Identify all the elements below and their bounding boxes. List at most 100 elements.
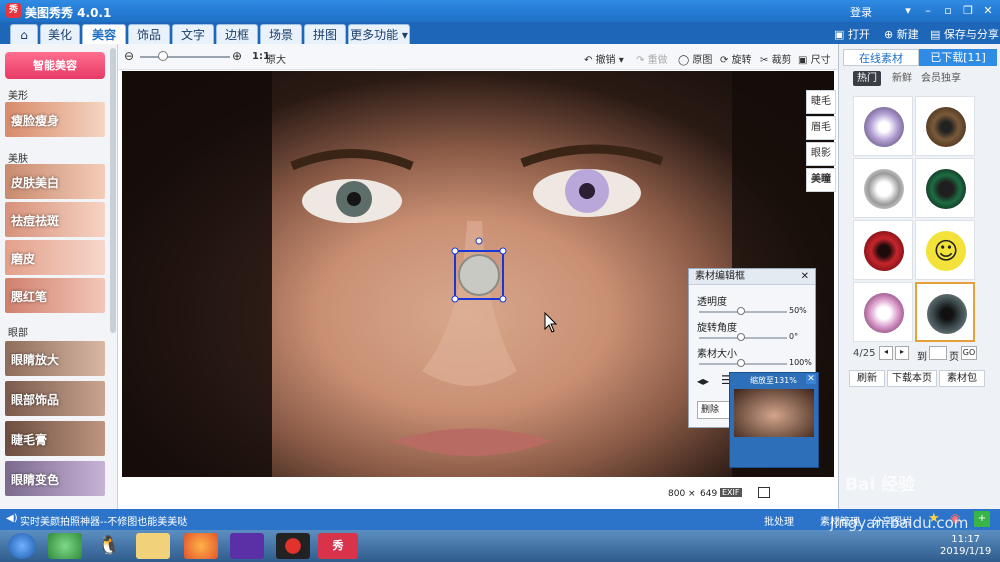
maximize-icon[interactable]: ▫ [940, 3, 956, 18]
page-input[interactable] [929, 346, 947, 360]
taskbar-recorder-icon[interactable] [276, 533, 310, 559]
home-icon[interactable]: ⌂ [10, 24, 38, 44]
system-clock[interactable]: 11:17 2019/1/19 [940, 534, 991, 558]
undo-button[interactable]: ↶ 撤销 ▾ [584, 51, 624, 66]
times-sign: × [688, 489, 696, 499]
feature-blush[interactable]: 腮红笔 [5, 278, 105, 313]
feature-eye-color[interactable]: 眼睛变色 [5, 461, 105, 496]
crop-button[interactable]: ✂ 裁剪 [760, 51, 792, 66]
left-scrollbar[interactable] [110, 48, 116, 333]
plus-icon[interactable]: + [974, 511, 990, 527]
resize-handle-br[interactable] [499, 295, 507, 303]
tab-text[interactable]: 文字 [172, 24, 214, 44]
resize-handle-tl[interactable] [451, 247, 459, 255]
feature-slim[interactable]: 瘦脸瘦身 [5, 102, 105, 137]
redo-button[interactable]: ↷ 重做 [636, 51, 668, 66]
close-icon[interactable]: ✕ [980, 3, 996, 18]
taskbar-firefox-icon[interactable] [184, 533, 218, 559]
tab-contact-lens[interactable]: 美瞳 [806, 168, 836, 192]
batch-button[interactable]: 批处理 [764, 513, 794, 528]
lens-thumbnail [864, 169, 904, 209]
feature-label: 眼睛放大 [11, 353, 60, 367]
original-size-label[interactable]: 原大 [266, 51, 286, 66]
preview-close-icon[interactable]: ✕ [806, 374, 816, 384]
zoom-slider-handle[interactable] [158, 51, 168, 61]
tab-eyelash[interactable]: 睫毛 [806, 90, 836, 114]
feature-eye-enlarge[interactable]: 眼睛放大 [5, 341, 105, 376]
tab-eyebrow[interactable]: 眉毛 [806, 116, 836, 140]
opacity-handle[interactable] [737, 307, 745, 315]
save-share-button[interactable]: ▤ 保存与分享 [930, 26, 999, 42]
tab-scene[interactable]: 场景 [260, 24, 302, 44]
delete-button[interactable]: 删除 [697, 401, 733, 419]
resize-button[interactable]: ▣ 尺寸 [798, 51, 831, 66]
delete-label: 删除 [701, 405, 720, 415]
zoom-out-icon[interactable]: ⊖ [124, 49, 134, 63]
lens-item[interactable] [853, 220, 913, 280]
lens-on-nose[interactable] [458, 254, 500, 296]
exif-button[interactable]: EXIF [720, 488, 742, 497]
taskbar-qq-icon[interactable]: 🐧 [92, 533, 126, 559]
editor-close-icon[interactable]: ✕ [801, 269, 809, 285]
flip-horizontal-icon[interactable]: ◂▸ [697, 374, 709, 388]
resize-handle-tr[interactable] [499, 247, 507, 255]
restore-icon[interactable]: ❐ [960, 3, 976, 18]
lens-item[interactable] [853, 96, 913, 156]
lens-item[interactable] [853, 282, 913, 342]
feature-label: 皮肤美白 [11, 176, 60, 190]
tab-more[interactable]: 更多功能 ▾ [348, 24, 410, 44]
taskbar-meitu-icon[interactable]: 秀 [318, 533, 358, 559]
lens-thumbnail [864, 107, 904, 147]
compare-icon[interactable] [758, 487, 770, 498]
lens-item[interactable] [853, 158, 913, 218]
lens-item[interactable]: ☺ [915, 220, 975, 280]
taskbar-app-360-icon[interactable] [48, 533, 82, 559]
menu-icon[interactable]: ▾ [900, 3, 916, 18]
material-pack-button[interactable]: 素材包 [939, 370, 985, 387]
subtab-hot[interactable]: 热门 [853, 71, 881, 86]
rotate-handle[interactable] [475, 237, 483, 245]
feature-smooth[interactable]: 磨皮 [5, 240, 105, 275]
size-handle[interactable] [737, 359, 745, 367]
smart-beauty-button[interactable]: 智能美容 [5, 52, 105, 79]
lens-item[interactable] [915, 96, 975, 156]
tab-eyeshadow[interactable]: 眼影 [806, 142, 836, 166]
tab-beauty[interactable]: 美容 [82, 24, 126, 44]
subtab-new[interactable]: 新鲜 [887, 71, 917, 86]
subtab-member[interactable]: 会员独享 [919, 71, 963, 86]
tab-accessories[interactable]: 饰品 [128, 24, 170, 44]
lens-item[interactable] [915, 158, 975, 218]
go-button[interactable]: GO [961, 346, 977, 360]
start-button-icon[interactable] [8, 533, 36, 559]
download-page-button[interactable]: 下载本页 [887, 370, 937, 387]
login-link[interactable]: 登录 [850, 4, 872, 20]
tab-beautify[interactable]: 美化 [40, 24, 80, 44]
tab-collage[interactable]: 拼图 [304, 24, 346, 44]
tab-downloaded[interactable]: 已下载[11] [919, 49, 997, 66]
zoom-in-icon[interactable]: ⊕ [232, 49, 242, 63]
tab-frame[interactable]: 边框 [216, 24, 258, 44]
tab-online-materials[interactable]: 在线素材 [843, 49, 919, 66]
prev-page-button[interactable]: ◂ [879, 346, 893, 360]
rotation-handle[interactable] [737, 333, 745, 341]
zoom-slider[interactable] [140, 56, 230, 58]
mouse-cursor-icon [544, 311, 558, 333]
lens-item-selected[interactable] [915, 282, 975, 342]
feature-eye-accessory[interactable]: 眼部饰品 [5, 381, 105, 416]
feature-mascara[interactable]: 睫毛膏 [5, 421, 105, 456]
open-button[interactable]: ▣ 打开 [834, 26, 870, 42]
tab-more-label: 更多功能 [350, 28, 399, 42]
original-button[interactable]: ◯ 原图 [678, 51, 712, 66]
taskbar-video-icon[interactable] [230, 533, 264, 559]
status-tip[interactable]: 实时美颜拍照神器--不修图也能美美哒 [20, 513, 187, 528]
new-button[interactable]: ⊕ 新建 [884, 26, 919, 42]
section-label-shape: 美形 [8, 91, 28, 102]
feature-whiten[interactable]: 皮肤美白 [5, 164, 105, 199]
refresh-button[interactable]: 刷新 [849, 370, 885, 387]
minimize-icon[interactable]: – [920, 3, 936, 18]
next-page-button[interactable]: ▸ [895, 346, 909, 360]
rotate-button[interactable]: ⟳ 旋转 [720, 51, 752, 66]
feature-acne[interactable]: 祛痘祛斑 [5, 202, 105, 237]
taskbar-folder-icon[interactable] [136, 533, 170, 559]
resize-handle-bl[interactable] [451, 295, 459, 303]
